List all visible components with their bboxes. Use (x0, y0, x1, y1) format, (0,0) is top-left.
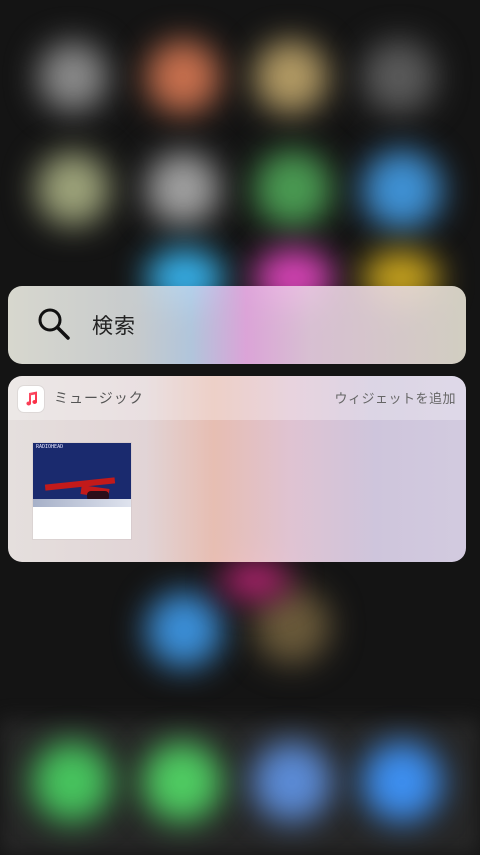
app-icon-blur (220, 560, 290, 600)
dock-icon-blur (32, 742, 112, 822)
dock-icon-blur (142, 742, 222, 822)
app-icon-blur (146, 592, 222, 668)
app-icon-blur (38, 42, 108, 112)
search-icon (38, 308, 70, 340)
app-icon-blur (362, 40, 436, 114)
app-icon-blur (146, 152, 220, 226)
artwork-shape (33, 499, 131, 507)
album-artwork-caption: RADIOHEAD (36, 444, 64, 450)
music-note-icon (18, 386, 44, 412)
app-icon-blur (254, 40, 328, 114)
app-icon-blur (36, 152, 110, 226)
app-icon-blur (254, 588, 330, 664)
widget-app-name: ミュージック (54, 391, 144, 407)
app-icon-blur (254, 150, 332, 228)
music-widget[interactable]: ミュージック ウィジェットを追加 RADIOHEAD (8, 376, 466, 562)
app-icon-blur (362, 150, 442, 230)
album-artwork[interactable]: RADIOHEAD (33, 443, 131, 539)
add-widget-button[interactable]: ウィジェットを追加 (334, 388, 456, 407)
widget-header: ミュージック ウィジェットを追加 (8, 376, 466, 420)
dock-icon-blur (252, 742, 332, 822)
album-artwork-image: RADIOHEAD (33, 443, 131, 507)
search-label: 検索 (92, 314, 136, 338)
app-icon-blur (146, 40, 220, 114)
dock-icon-blur (362, 742, 442, 822)
spotlight-search-bar[interactable]: 検索 (8, 286, 466, 364)
